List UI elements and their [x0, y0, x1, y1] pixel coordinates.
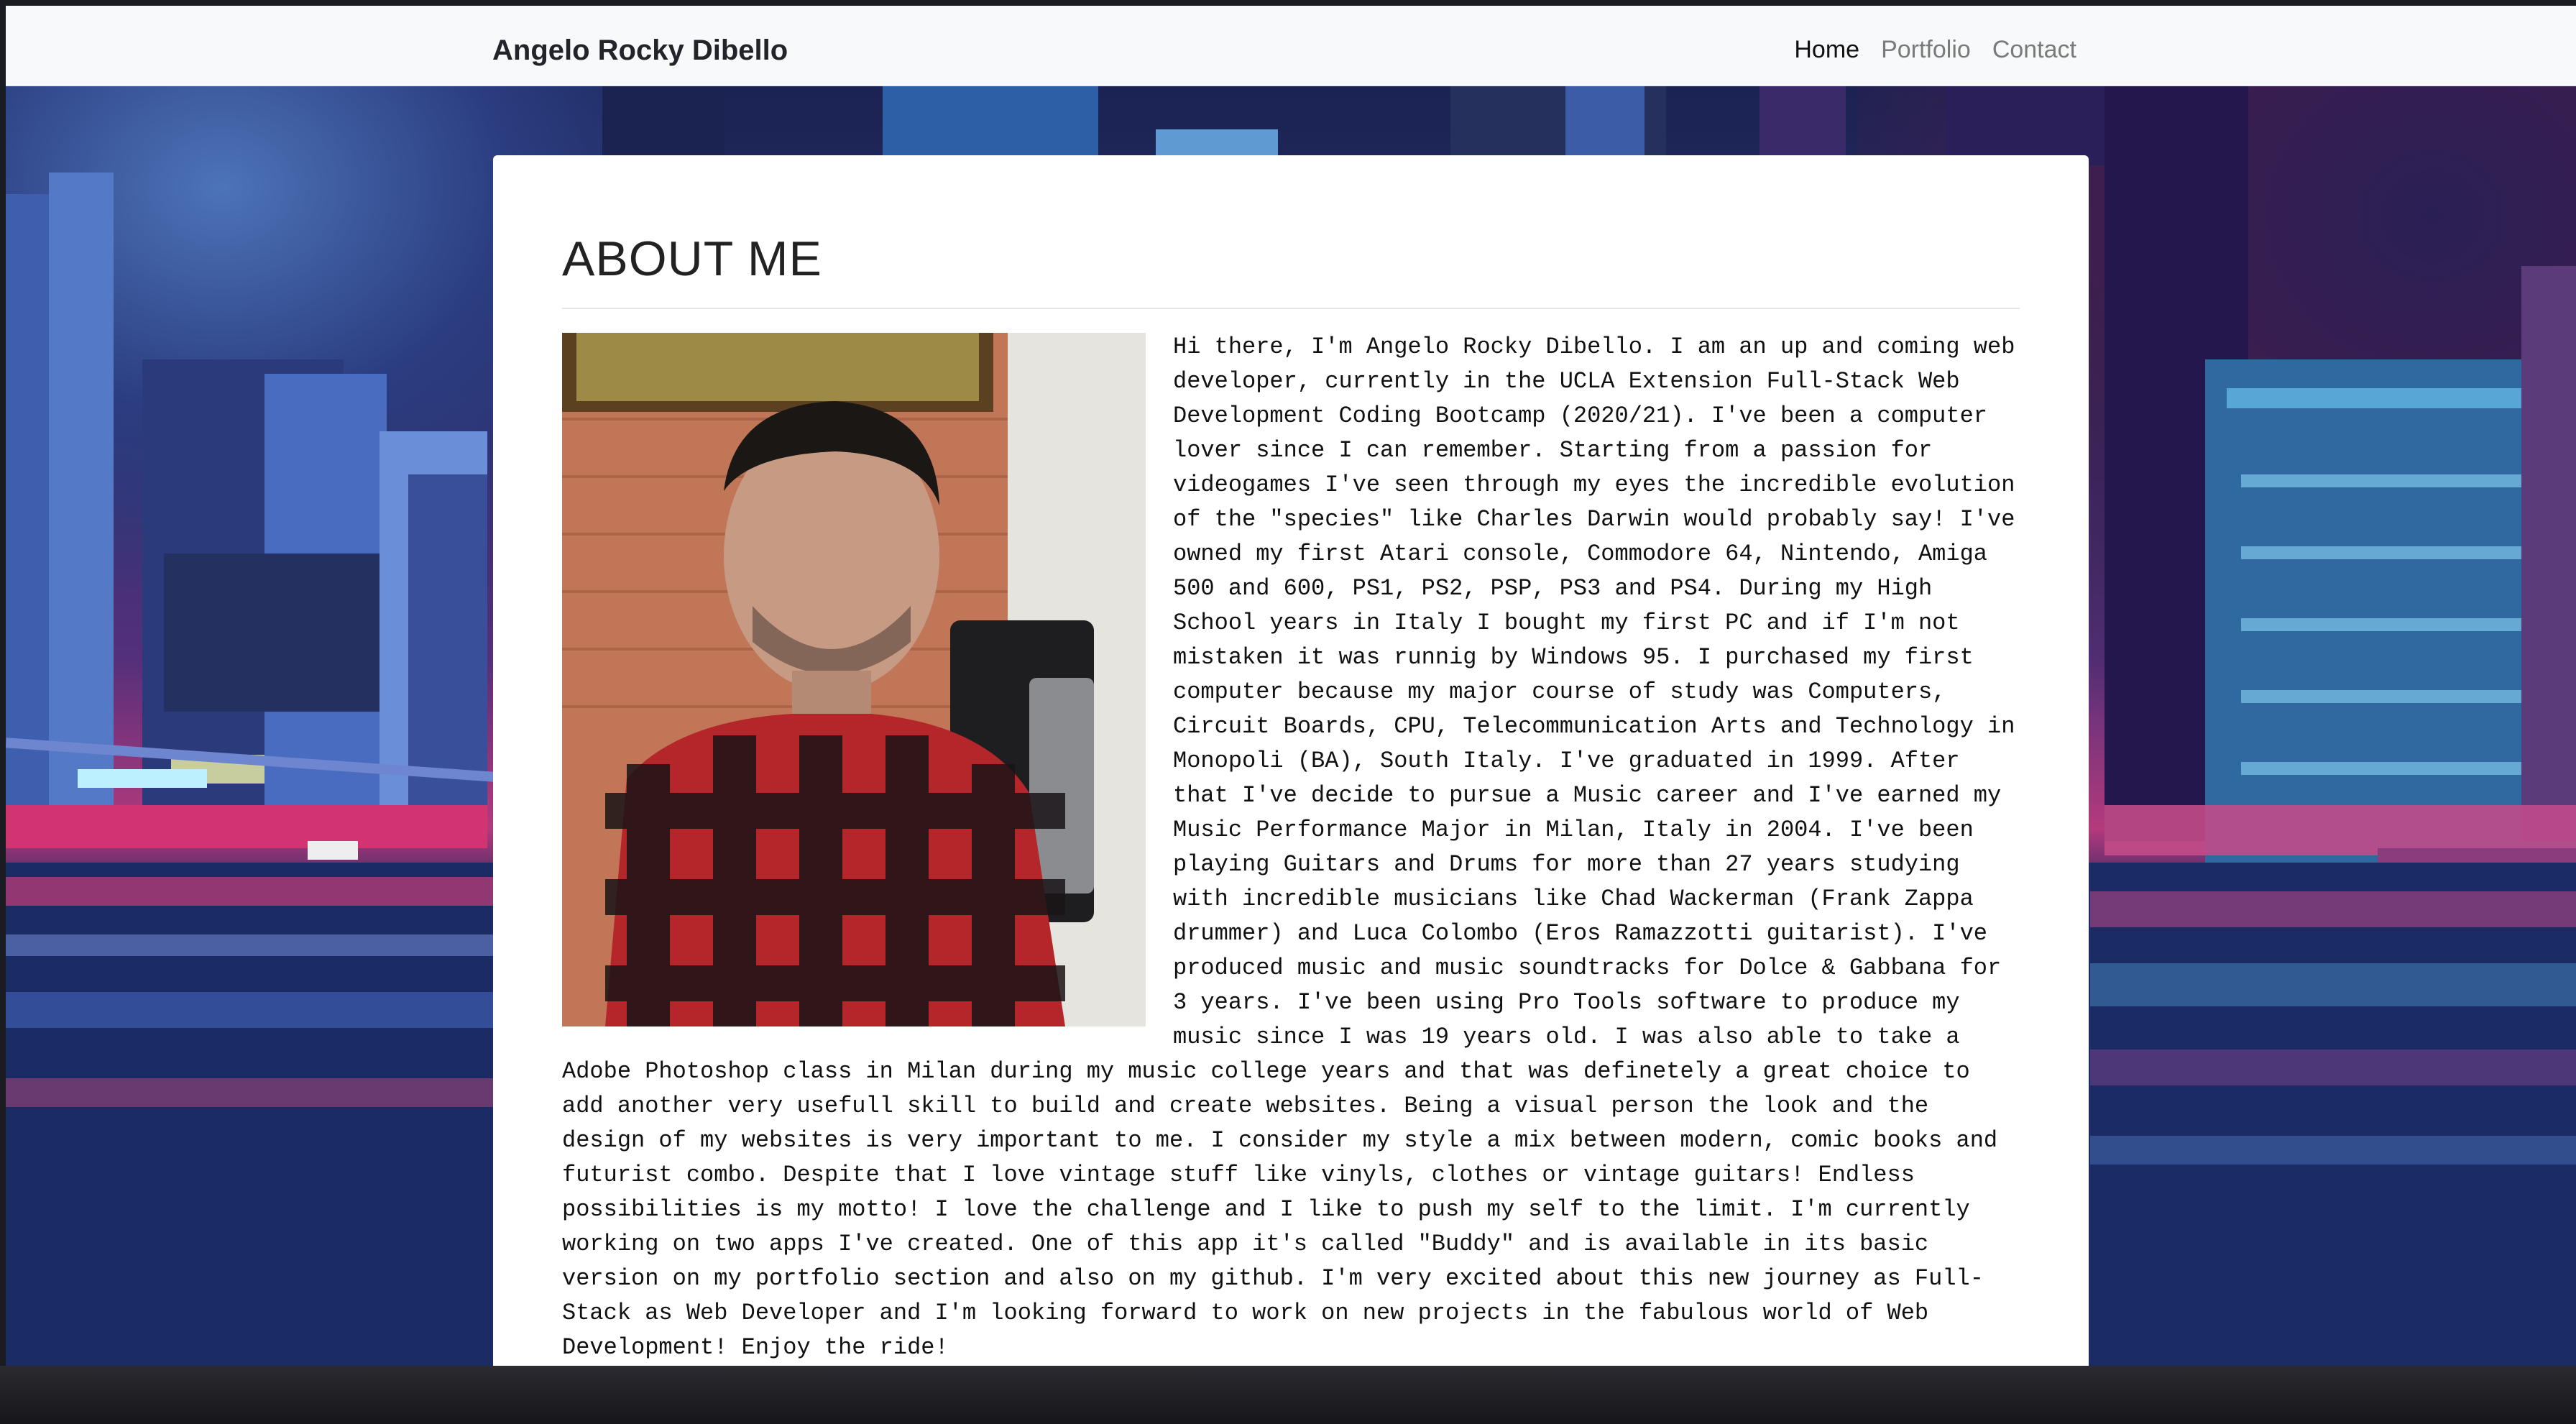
desk-surface: [0, 1366, 2576, 1424]
nav-link-home[interactable]: Home: [1794, 36, 1859, 64]
heading-divider: [562, 308, 2020, 309]
nav-link-portfolio[interactable]: Portfolio: [1881, 36, 1971, 64]
page-title: ABOUT ME: [562, 231, 822, 286]
navbar: Angelo Rocky Dibello Home Portfolio Cont…: [6, 6, 2576, 86]
nav-links: Home Portfolio Contact: [1794, 36, 2076, 64]
about-card: ABOUT ME Hi there, I'm Angelo Rocky Dibe…: [493, 155, 2089, 1366]
photo-spacer: [562, 330, 1173, 1027]
browser-viewport: Angelo Rocky Dibello Home Portfolio Cont…: [6, 6, 2576, 1366]
bio-paragraph: Hi there, I'm Angelo Rocky Dibello. I am…: [562, 330, 2021, 1365]
nav-link-contact[interactable]: Contact: [1992, 36, 2076, 64]
navbar-brand[interactable]: Angelo Rocky Dibello: [492, 35, 788, 67]
